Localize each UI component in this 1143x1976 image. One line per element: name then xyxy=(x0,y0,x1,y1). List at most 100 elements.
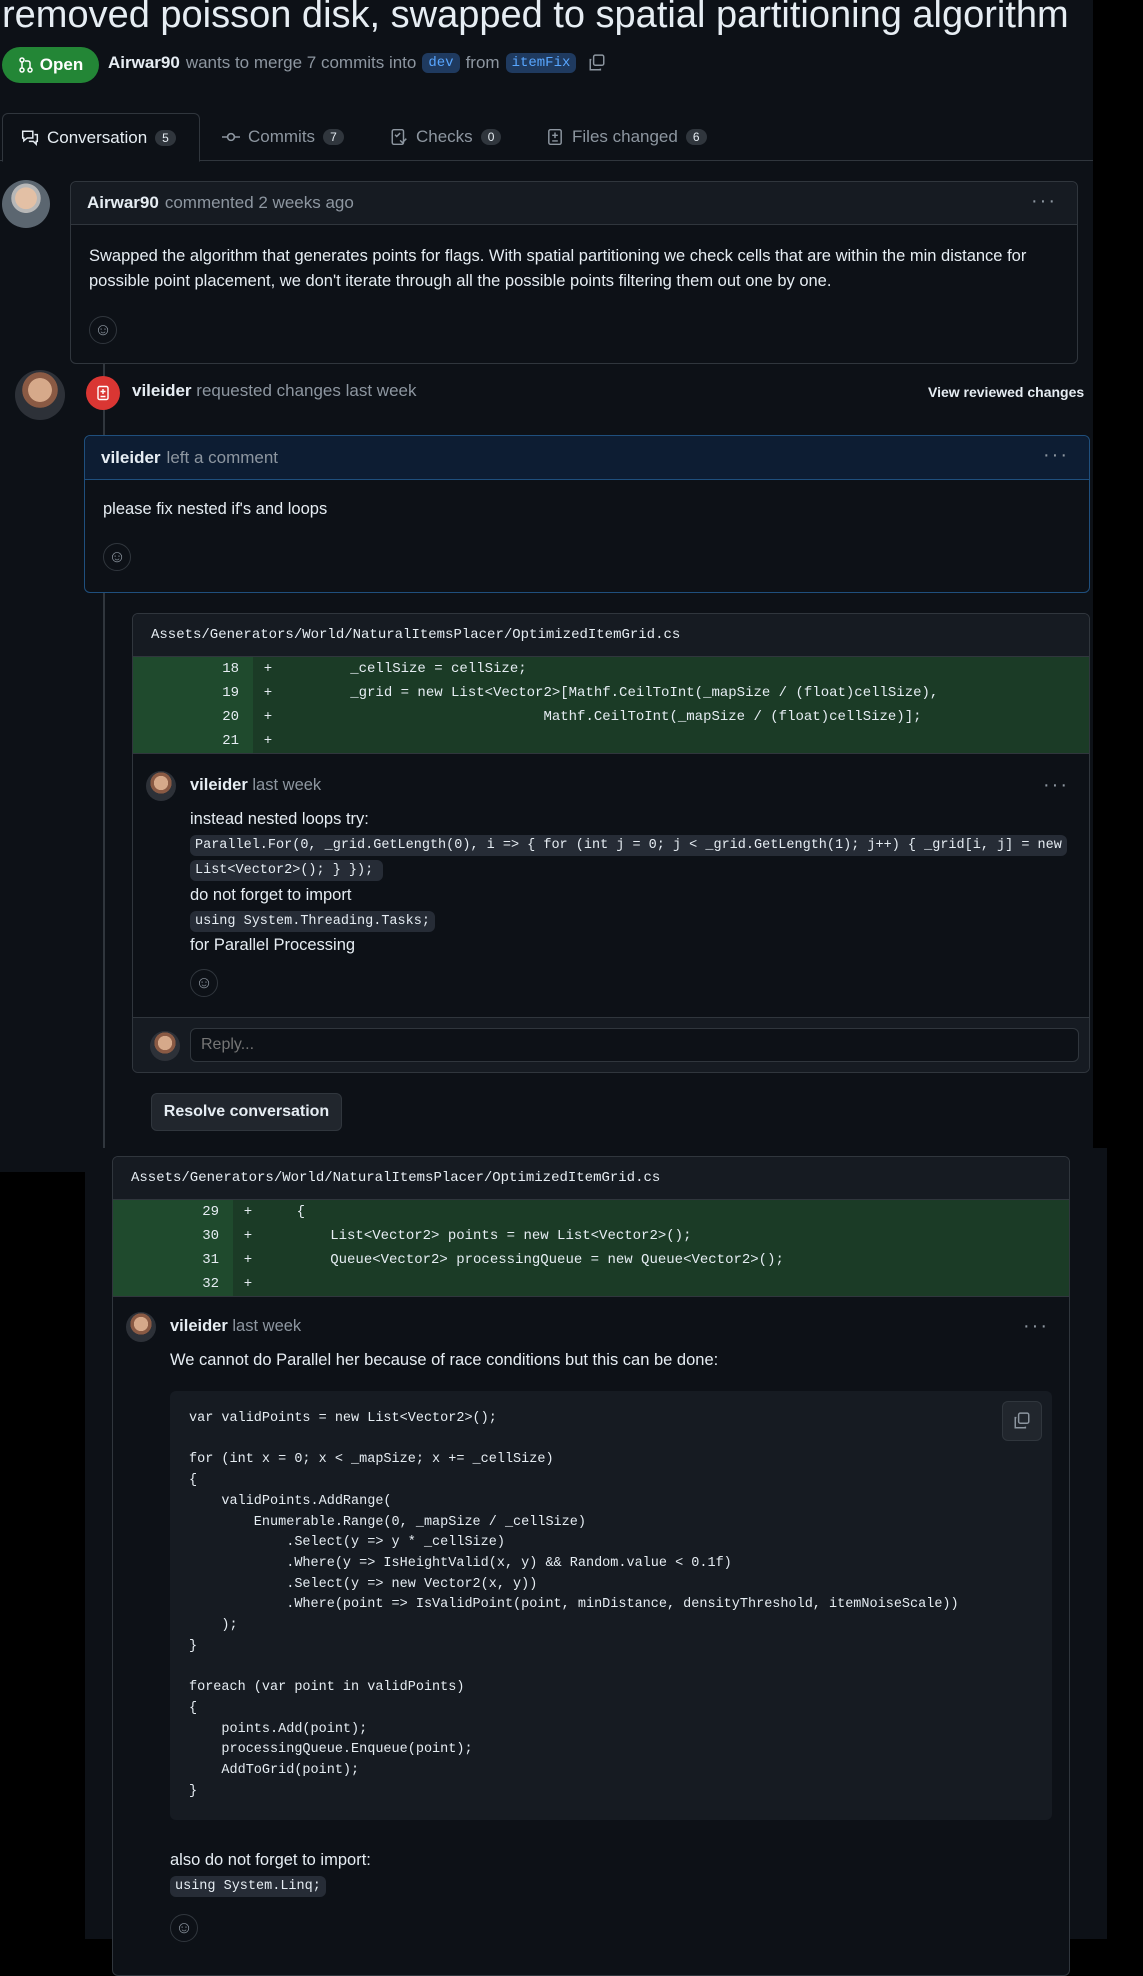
line-number: 31 xyxy=(113,1248,233,1272)
diff-hunk: 29 + { 30 + List<Vector2> points = new Lis… xyxy=(113,1200,1069,1297)
comment-text: instead nested loops try: xyxy=(190,810,369,828)
line-number: 32 xyxy=(113,1272,233,1296)
review-thread: Assets/Generators/World/NaturalItemsPlac… xyxy=(132,613,1090,1073)
comment-header: vileider left a comment xyxy=(85,436,1089,480)
tab-label: Conversation xyxy=(47,127,148,147)
comment-meta: commented 2 weeks ago xyxy=(164,193,354,212)
comment-text: do not forget to import xyxy=(190,886,352,904)
file-diff-icon xyxy=(548,128,562,146)
comment-time: last week xyxy=(232,1317,302,1335)
pr-meta: Airwar90 wants to merge 7 commits into d… xyxy=(108,53,606,73)
code-content: var validPoints = new List<Vector2>(); f… xyxy=(189,1411,959,1799)
diff-line: 18 + _cellSize = cellSize; xyxy=(133,657,1089,681)
status-badge: Open xyxy=(2,47,99,83)
avatar xyxy=(150,1031,180,1061)
pr-author-link[interactable]: Airwar90 xyxy=(108,53,180,73)
tab-conversation[interactable]: Conversation 5 xyxy=(2,113,200,162)
comment-text: also do not forget to import: xyxy=(170,1851,371,1869)
avatar[interactable] xyxy=(126,1312,156,1342)
avatar[interactable] xyxy=(15,370,65,420)
diff-line: 19 + _grid = new List<Vector2>[Mathf.Ceil… xyxy=(133,681,1089,705)
line-number: 29 xyxy=(113,1200,233,1224)
file-path[interactable]: Assets/Generators/World/NaturalItemsPlac… xyxy=(133,614,1089,657)
line-number: 19 xyxy=(133,681,253,705)
diff-line: 29 + { xyxy=(113,1200,1069,1224)
diff-line: 21 + xyxy=(133,729,1089,753)
pr-description-comment: Airwar90 commented 2 weeks ago ··· Swapp… xyxy=(70,181,1078,364)
file-path[interactable]: Assets/Generators/World/NaturalItemsPlac… xyxy=(113,1157,1069,1200)
inline-code: using System.Threading.Tasks; xyxy=(190,911,435,932)
diff-line: 30 + List<Vector2> points = new List<Vect… xyxy=(113,1224,1069,1248)
avatar[interactable] xyxy=(2,180,50,228)
comment-author[interactable]: vileider xyxy=(101,448,161,468)
comment-body: please fix nested if's and loops xyxy=(103,500,328,518)
commit-icon xyxy=(222,132,240,142)
pr-tabs: Conversation 5 Commits 7 Checks 0 Files … xyxy=(0,113,1093,162)
more-options-icon[interactable]: ··· xyxy=(1023,1315,1049,1338)
line-number: 20 xyxy=(133,705,253,729)
head-branch[interactable]: itemFix xyxy=(505,53,577,73)
comment-author[interactable]: vileider xyxy=(170,1317,228,1335)
tab-checks[interactable]: Checks 0 xyxy=(372,113,519,161)
review-thread-2-section: Assets/Generators/World/NaturalItemsPlac… xyxy=(85,1148,1107,1976)
tab-counter: 0 xyxy=(480,129,502,145)
base-branch[interactable]: dev xyxy=(422,53,460,73)
line-number: 18 xyxy=(133,657,253,681)
copy-code-button[interactable] xyxy=(1002,1401,1042,1441)
diff-line: 32 + xyxy=(113,1272,1069,1296)
inline-code: using System.Linq; xyxy=(170,1876,326,1897)
comment-header: vileider last week xyxy=(190,776,321,795)
add-reaction-icon[interactable]: ☺ xyxy=(103,543,131,571)
line-number: 21 xyxy=(133,729,253,753)
pull-request-page: removed poisson disk, swapped to spatial… xyxy=(0,0,1093,1172)
reviewer-name[interactable]: vileider xyxy=(132,381,192,400)
tab-label: Files changed xyxy=(572,127,678,146)
tab-counter: 5 xyxy=(155,129,176,146)
avatar[interactable] xyxy=(146,771,176,801)
comment-meta: left a comment xyxy=(166,447,279,467)
copy-icon xyxy=(1014,1412,1030,1429)
review-header: vileider requested changes last week xyxy=(132,381,416,401)
tab-label: Checks xyxy=(416,127,473,146)
status-label: Open xyxy=(39,55,84,74)
reply-input[interactable] xyxy=(190,1028,1079,1062)
comment-text: for Parallel Processing xyxy=(190,936,356,954)
request-changes-icon xyxy=(86,376,120,410)
comment-author[interactable]: Airwar90 xyxy=(87,193,159,213)
add-reaction-icon[interactable]: ☺ xyxy=(190,969,218,997)
inline-code: List<Vector2>(); } }); xyxy=(190,860,384,881)
pull-request-icon xyxy=(19,57,33,73)
review-thread: Assets/Generators/World/NaturalItemsPlac… xyxy=(112,1156,1070,1976)
reply-bar xyxy=(133,1017,1089,1072)
comment-author[interactable]: vileider xyxy=(190,776,248,794)
more-options-icon[interactable]: ··· xyxy=(1031,190,1057,213)
from-text: from xyxy=(465,53,500,72)
tab-files-changed[interactable]: Files changed 6 xyxy=(528,113,725,161)
line-code: _grid = new List<Vector2>[Mathf.CeilToIn… xyxy=(283,685,939,701)
page-title: removed poisson disk, swapped to spatial… xyxy=(2,0,1069,36)
view-reviewed-changes-link[interactable]: View reviewed changes xyxy=(928,384,1084,400)
more-options-icon[interactable]: ··· xyxy=(1043,774,1069,797)
comment-header: Airwar90 commented 2 weeks ago xyxy=(71,182,1077,225)
copy-icon[interactable] xyxy=(588,54,606,72)
line-code: List<Vector2> points = new List<Vector2>… xyxy=(263,1228,692,1244)
tab-counter: 7 xyxy=(323,129,344,145)
add-reaction-icon[interactable]: ☺ xyxy=(89,316,117,344)
review-meta: requested changes last week xyxy=(196,381,417,400)
diff-hunk: 18 + _cellSize = cellSize; 19 + _grid = ne… xyxy=(133,657,1089,754)
review-comment: vileider left a comment ··· please fix n… xyxy=(84,435,1090,593)
comment-discussion-icon xyxy=(21,130,39,146)
add-reaction-icon[interactable]: ☺ xyxy=(170,1914,198,1942)
resolve-conversation-button[interactable]: Resolve conversation xyxy=(151,1093,342,1131)
diff-line: 31 + Queue<Vector2> processingQueue = new… xyxy=(113,1248,1069,1272)
code-block: var validPoints = new List<Vector2>(); f… xyxy=(170,1391,1052,1820)
tab-commits[interactable]: Commits 7 xyxy=(204,113,362,161)
more-options-icon[interactable]: ··· xyxy=(1043,444,1069,467)
comment-text: We cannot do Parallel her because of rac… xyxy=(170,1351,719,1369)
line-code: { xyxy=(263,1204,306,1220)
comment-time: last week xyxy=(252,776,322,794)
comment-header: vileider last week xyxy=(170,1317,301,1336)
comment-body: Swapped the algorithm that generates poi… xyxy=(89,247,1027,290)
checklist-icon xyxy=(391,128,407,146)
tab-counter: 6 xyxy=(685,129,707,145)
